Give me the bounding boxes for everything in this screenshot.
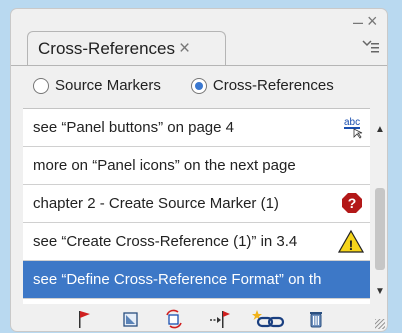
list-item-text: more on “Panel icons” on the next page	[33, 157, 296, 174]
tab-cross-references[interactable]: Cross-References ×	[27, 31, 226, 65]
scrollbar-thumb[interactable]	[375, 188, 385, 270]
svg-text:abc: abc	[344, 117, 360, 128]
tab-divider	[11, 65, 387, 66]
scroll-down-icon[interactable]: ▼	[375, 286, 385, 297]
list-item[interactable]: chapter 2 - Create Source Marker (1) ?	[23, 185, 370, 223]
flag-arrow-icon[interactable]	[209, 309, 231, 329]
panel-toolbar	[11, 309, 387, 331]
resize-grip[interactable]	[375, 319, 385, 329]
refresh-icon[interactable]	[163, 309, 185, 329]
cross-reference-list: see “Panel buttons” on page 4 abc more o…	[23, 108, 370, 304]
list-item-text: see “Create Cross-Reference (1)” in 3.4	[33, 233, 298, 250]
tab-label: Cross-References	[38, 38, 175, 58]
minimize-button[interactable]: –	[353, 13, 363, 31]
svg-text:?: ?	[348, 195, 357, 211]
svg-text:!: !	[349, 237, 354, 253]
cross-references-panel: – × Cross-References × Source Markers Cr…	[10, 8, 388, 332]
list-item[interactable]: see “Define Cross-Reference Format” on t…	[23, 261, 370, 299]
help-icon: ?	[342, 193, 362, 213]
tab-close-icon[interactable]: ×	[179, 38, 190, 60]
panel-menu-icon[interactable]	[361, 39, 381, 53]
link-icon[interactable]	[252, 309, 288, 329]
list-item-text: see “Panel buttons” on page 4	[33, 119, 234, 136]
list-item[interactable]: see “Panel buttons” on page 4 abc	[23, 109, 370, 147]
source-markers-label[interactable]: Source Markers	[55, 77, 161, 94]
list-item[interactable]: see “Create Cross-Reference (1)” in 3.4 …	[23, 223, 370, 261]
vertical-scrollbar[interactable]: ▲ ▼	[373, 108, 387, 303]
flag-icon[interactable]	[77, 309, 93, 329]
list-item-text: see “Define Cross-Reference Format” on t…	[33, 271, 322, 288]
scroll-up-icon[interactable]: ▲	[375, 124, 385, 135]
box-icon[interactable]	[122, 309, 140, 329]
cross-references-label[interactable]: Cross-References	[213, 77, 334, 94]
warning-icon: !	[338, 229, 364, 253]
list-item[interactable]: more on “Panel icons” on the next page	[23, 147, 370, 185]
list-item-text: chapter 2 - Create Source Marker (1)	[33, 195, 279, 212]
trash-icon[interactable]	[307, 309, 325, 329]
view-mode-radio-group: Source Markers Cross-References	[33, 77, 334, 94]
spell-check-icon: abc	[344, 117, 363, 139]
cross-references-radio[interactable]	[190, 77, 207, 94]
close-button[interactable]: ×	[367, 12, 378, 30]
source-markers-radio[interactable]	[33, 77, 49, 94]
